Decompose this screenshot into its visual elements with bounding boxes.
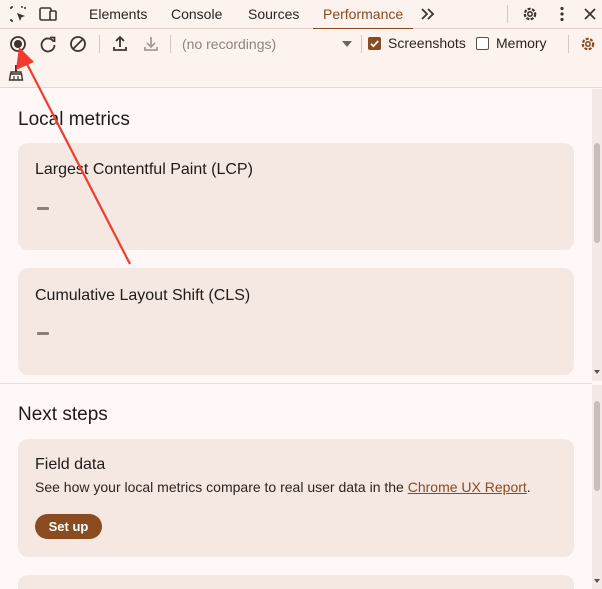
- clear-icon[interactable]: [68, 34, 88, 54]
- upload-icon[interactable]: [110, 34, 130, 54]
- tabbar-separator: [507, 5, 508, 23]
- more-tabs-icon[interactable]: [418, 4, 438, 24]
- inspect-element-icon[interactable]: [8, 4, 28, 24]
- close-icon[interactable]: [580, 4, 600, 24]
- tab-elements[interactable]: Elements: [89, 0, 147, 29]
- capture-settings-icon[interactable]: [578, 34, 598, 54]
- toolbar-separator: [170, 35, 171, 53]
- chrome-ux-report-link[interactable]: Chrome UX Report: [408, 479, 527, 495]
- lcp-value: [37, 207, 49, 210]
- field-data-description: See how your local metrics compare to re…: [35, 479, 531, 495]
- more-options-icon[interactable]: [552, 4, 572, 24]
- section-divider: [0, 383, 592, 384]
- device-toggle-icon[interactable]: [38, 4, 58, 24]
- performance-toolbar: (no recordings) Screenshots Memory: [0, 29, 602, 88]
- local-metrics-scroll-thumb[interactable]: [594, 143, 600, 243]
- scroll-down-arrow[interactable]: [594, 579, 600, 583]
- cls-title: Cumulative Layout Shift (CLS): [35, 287, 251, 304]
- next-steps-scroll-thumb[interactable]: [594, 401, 600, 491]
- tab-sources[interactable]: Sources: [248, 0, 299, 29]
- toolbar-separator: [99, 35, 100, 53]
- scroll-down-arrow[interactable]: [594, 370, 600, 374]
- devtools-tab-bar: Elements Console Sources Performance: [0, 0, 602, 30]
- lcp-card: Largest Contentful Paint (LCP): [18, 143, 574, 250]
- screenshots-label[interactable]: Screenshots: [388, 35, 466, 51]
- chevron-down-icon: [342, 41, 352, 47]
- memory-label[interactable]: Memory: [496, 35, 547, 51]
- field-data-description-text: See how your local metrics compare to re…: [35, 479, 408, 495]
- cls-card: Cumulative Layout Shift (CLS): [18, 268, 574, 375]
- local-metrics-heading: Local metrics: [18, 109, 130, 130]
- set-up-button[interactable]: Set up: [35, 514, 102, 539]
- performance-landing-panel: Local metrics Largest Contentful Paint (…: [0, 89, 602, 589]
- garbage-collect-icon[interactable]: [6, 63, 26, 83]
- next-step-card-partial: [18, 575, 574, 589]
- toolbar-separator: [361, 35, 362, 53]
- recordings-placeholder: (no recordings): [182, 36, 277, 52]
- field-data-description-end: .: [526, 479, 531, 495]
- memory-checkbox[interactable]: [476, 37, 489, 50]
- tab-performance[interactable]: Performance: [312, 0, 414, 30]
- lcp-title: Largest Contentful Paint (LCP): [35, 161, 253, 178]
- tab-console[interactable]: Console: [171, 0, 222, 29]
- recordings-select[interactable]: (no recordings): [176, 32, 356, 56]
- download-icon: [141, 34, 161, 54]
- reload-record-icon[interactable]: [38, 34, 58, 54]
- screenshots-checkbox[interactable]: [368, 37, 381, 50]
- next-steps-heading: Next steps: [18, 404, 108, 425]
- record-icon[interactable]: [8, 34, 28, 54]
- field-data-card: Field data See how your local metrics co…: [18, 439, 574, 557]
- settings-icon[interactable]: [520, 4, 540, 24]
- cls-value: [37, 332, 49, 335]
- field-data-title: Field data: [35, 456, 106, 473]
- toolbar-separator: [568, 35, 569, 53]
